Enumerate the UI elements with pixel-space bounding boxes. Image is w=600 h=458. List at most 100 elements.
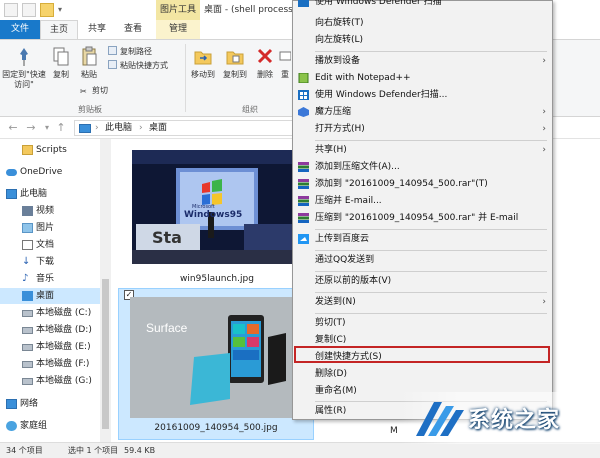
nav-item-network[interactable]: 网络 — [0, 396, 100, 412]
nav-item-desktop[interactable]: 桌面 — [0, 288, 100, 304]
file-label-win95launch[interactable]: win95launch.jpg — [132, 274, 302, 284]
tab-share[interactable]: 共享 — [80, 20, 114, 39]
baidu-cloud-icon — [298, 234, 309, 244]
copy-to-label: 复制到 — [223, 70, 247, 79]
tab-manage[interactable]: 管理 — [156, 20, 200, 39]
nav-item-onedrive[interactable]: OneDrive — [0, 164, 100, 180]
file-thumbnail-surface[interactable]: Surface — [130, 297, 302, 418]
copy-icon — [53, 47, 69, 66]
menu-item-defender-scan-top[interactable]: 使用 Windows Defender 扫描 — [293, 0, 552, 10]
copy-folder-icon — [226, 51, 244, 65]
quick-access-properties-icon[interactable] — [22, 3, 36, 17]
picture-icon — [22, 223, 33, 233]
breadcrumb-this-pc[interactable]: 此电脑 — [105, 121, 132, 135]
back-arrow-icon[interactable]: ← — [6, 121, 20, 135]
menu-item-label: 添加到压缩文件(A)... — [315, 162, 400, 172]
submenu-arrow-icon: › — [542, 145, 546, 155]
cube-icon — [298, 107, 309, 117]
tab-file[interactable]: 文件 — [0, 20, 40, 39]
menu-item-rotate-right[interactable]: 向右旋转(T) — [293, 15, 552, 31]
tab-view[interactable]: 查看 — [116, 20, 150, 39]
menu-item-open-with[interactable]: 打开方式(H) › — [293, 121, 552, 137]
nav-item-label: 视频 — [36, 206, 55, 216]
nav-item-label: 本地磁盘 (F:) — [36, 359, 90, 369]
rename-button[interactable]: 重 — [279, 46, 291, 80]
menu-item-label: 使用 Windows Defender扫描... — [315, 90, 448, 100]
paste-button[interactable]: 粘贴 — [76, 46, 102, 80]
drive-icon — [22, 327, 33, 334]
delete-button[interactable]: 删除 — [254, 46, 276, 80]
submenu-arrow-icon: › — [542, 56, 546, 66]
menu-item-send-to[interactable]: 发送到(N) › — [293, 294, 552, 310]
nav-item-pictures[interactable]: 图片 — [0, 220, 100, 236]
nav-item-videos[interactable]: 视频 — [0, 203, 100, 219]
menu-item-add-to-rar[interactable]: 添加到 "20161009_140954_500.rar"(T) — [293, 176, 552, 192]
nav-item-label: 家庭组 — [20, 421, 48, 431]
menu-separator — [315, 271, 547, 272]
nav-item-drive-e[interactable]: 本地磁盘 (E:) — [0, 339, 100, 355]
menu-item-mofang-compress[interactable]: 魔方压缩 › — [293, 104, 552, 120]
cloud-icon — [6, 169, 17, 176]
win95-stage-text: Windows95 — [184, 210, 243, 220]
delete-x-icon — [257, 48, 273, 64]
nav-scrollbar-thumb[interactable] — [102, 279, 109, 429]
create-shortcut-highlight-box — [294, 346, 550, 363]
forward-arrow-icon[interactable]: → — [24, 121, 38, 135]
paste-shortcut-button[interactable]: 粘贴快捷方式 — [108, 60, 168, 72]
menu-item-cut[interactable]: 剪切(T) — [293, 315, 552, 331]
file-label-partial[interactable]: M — [390, 426, 398, 436]
menu-item-add-to-archive[interactable]: 添加到压缩文件(A)... — [293, 159, 552, 175]
menu-item-send-via-qq[interactable]: 通过QQ发送到 — [293, 252, 552, 268]
pin-quick-access-button[interactable]: 固定到"快速访问" — [2, 46, 46, 90]
nav-item-music[interactable]: ♪ 音乐 — [0, 271, 100, 287]
copy-button[interactable]: 复制 — [48, 46, 74, 80]
status-item-count: 34 个项目 — [6, 446, 43, 455]
recent-dropdown-icon[interactable]: ▾ — [40, 121, 54, 135]
cut-button[interactable]: ✂ 剪切 — [80, 85, 108, 97]
menu-item-compress-email[interactable]: 压缩并 E-mail... — [293, 193, 552, 209]
menu-item-defender-scan[interactable]: 使用 Windows Defender扫描... — [293, 87, 552, 103]
homegroup-icon — [6, 421, 17, 431]
menu-item-cast-to-device[interactable]: 播放到设备 › — [293, 53, 552, 69]
quick-access-new-folder-icon[interactable] — [40, 3, 54, 17]
nav-scrollbar[interactable] — [100, 139, 111, 442]
nav-item-drive-f[interactable]: 本地磁盘 (F:) — [0, 356, 100, 372]
quick-access-dropdown-icon[interactable]: ▾ — [58, 3, 68, 17]
nav-item-scripts[interactable]: Scripts — [0, 142, 100, 158]
menu-item-label: 压缩到 "20161009_140954_500.rar" 并 E-mail — [315, 213, 519, 223]
menu-item-delete[interactable]: 删除(D) — [293, 366, 552, 382]
menu-separator — [315, 313, 547, 314]
nav-item-drive-g[interactable]: 本地磁盘 (G:) — [0, 373, 100, 389]
copy-label: 复制 — [53, 70, 69, 79]
scissors-icon: ✂ — [80, 87, 87, 96]
nav-item-drive-c[interactable]: 本地磁盘 (C:) — [0, 305, 100, 321]
menu-item-rotate-left[interactable]: 向左旋转(L) — [293, 32, 552, 48]
surface-brand-text: Surface — [146, 321, 188, 335]
address-box[interactable]: › 此电脑 › 桌面 — [74, 120, 304, 136]
download-icon: ↓ — [22, 256, 31, 267]
context-tab-title: 图片工具 — [156, 0, 200, 20]
win95-stage-text-3: Sta — [152, 228, 182, 247]
computer-icon — [79, 124, 91, 133]
menu-item-edit-notepadpp[interactable]: Edit with Notepad++ — [293, 70, 552, 86]
nav-item-downloads[interactable]: ↓ 下载 — [0, 254, 100, 270]
nav-item-documents[interactable]: 文档 — [0, 237, 100, 253]
nav-item-homegroup[interactable]: 家庭组 — [0, 418, 100, 434]
nav-item-this-pc[interactable]: 此电脑 — [0, 186, 100, 202]
app-icon[interactable] — [4, 3, 18, 17]
menu-item-share[interactable]: 共享(H) › — [293, 142, 552, 158]
file-label-surface[interactable]: 20161009_140954_500.jpg — [118, 423, 314, 433]
nav-item-drive-d[interactable]: 本地磁盘 (D:) — [0, 322, 100, 338]
menu-item-restore-versions[interactable]: 还原以前的版本(V) — [293, 273, 552, 289]
tab-home[interactable]: 主页 — [40, 20, 78, 39]
clipboard-icon — [82, 46, 97, 66]
copy-path-button[interactable]: 复制路径 — [108, 46, 152, 58]
document-icon — [22, 240, 33, 250]
menu-item-compress-rar-email[interactable]: 压缩到 "20161009_140954_500.rar" 并 E-mail — [293, 210, 552, 226]
breadcrumb-desktop[interactable]: 桌面 — [149, 121, 167, 135]
move-to-button[interactable]: 移动到 — [188, 46, 218, 80]
menu-item-upload-baidu[interactable]: 上传到百度云 — [293, 231, 552, 247]
file-thumbnail-win95launch[interactable]: Windows95 Microsoft Sta — [132, 150, 302, 264]
copy-to-button[interactable]: 复制到 — [220, 46, 250, 80]
up-arrow-icon[interactable]: ↑ — [54, 121, 68, 135]
